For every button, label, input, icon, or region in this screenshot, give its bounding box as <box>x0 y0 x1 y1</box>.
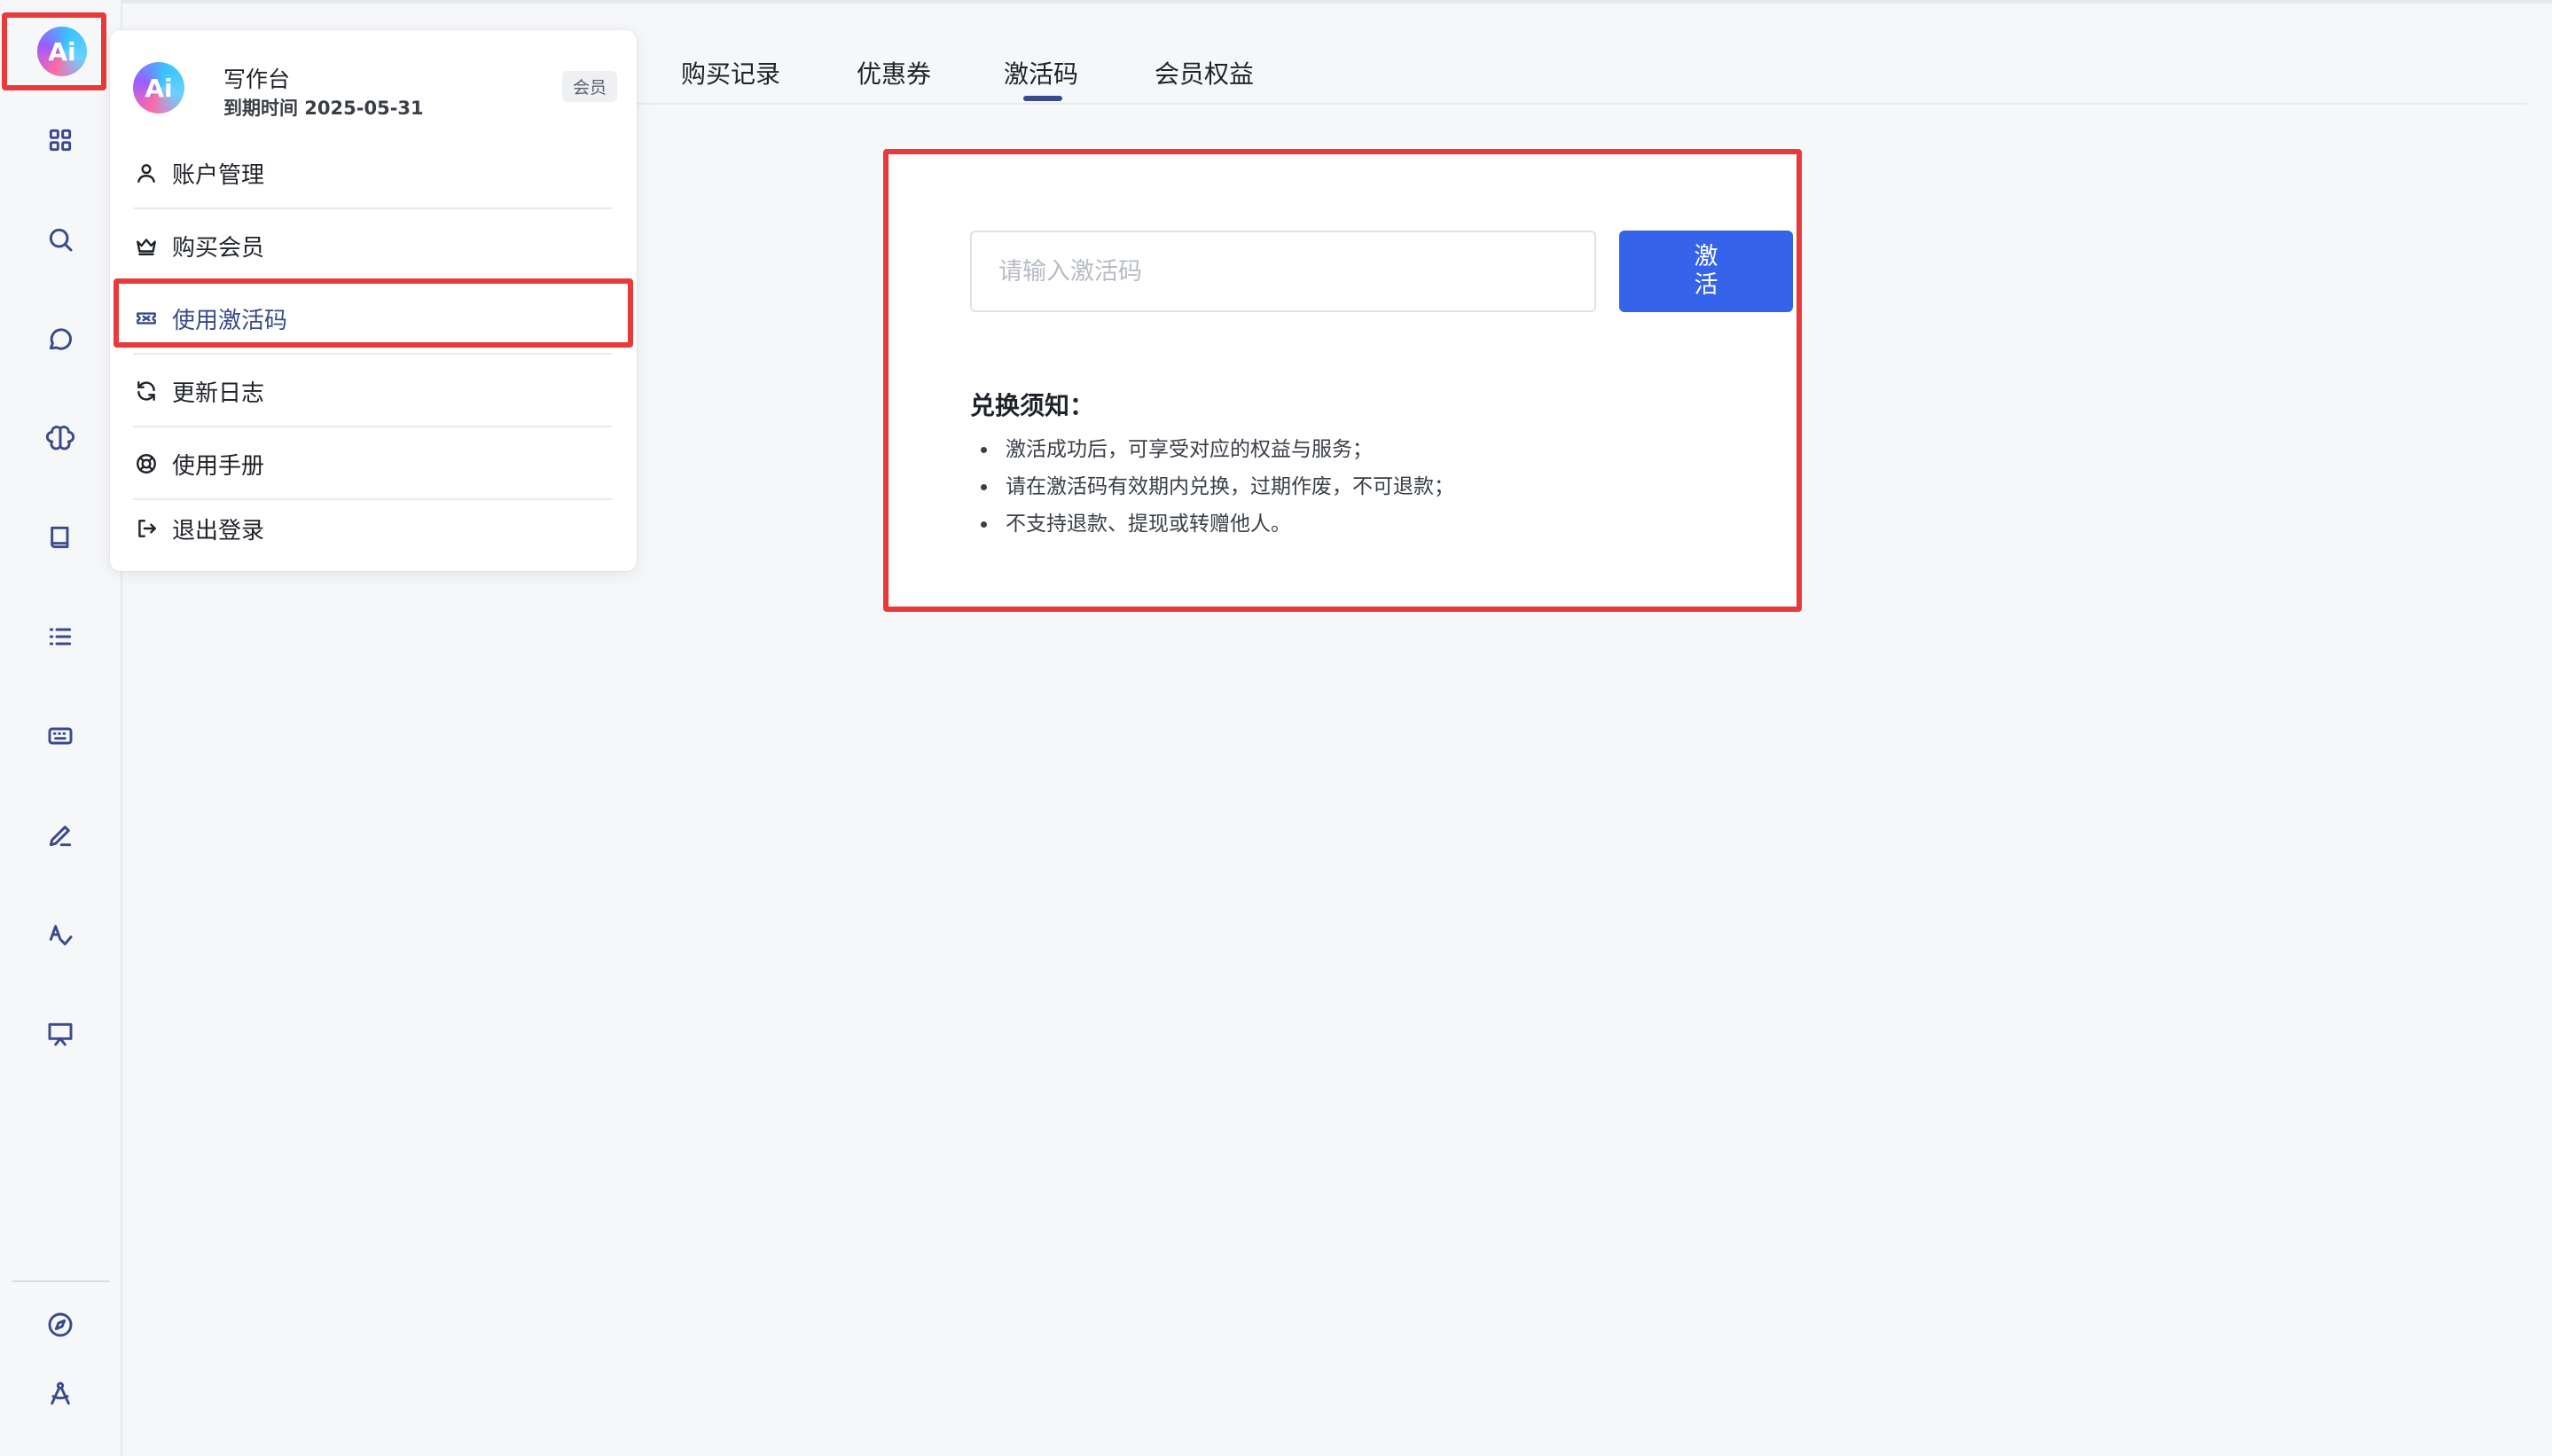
crown-icon <box>133 232 160 259</box>
menu-avatar: Ai <box>133 62 184 114</box>
tab-activation-code[interactable]: 激活码 <box>1004 55 1078 90</box>
expire-date: 到期时间 2025-05-31 <box>223 98 424 119</box>
top-border <box>0 0 2552 4</box>
logout-icon <box>133 515 160 542</box>
keyboard-icon[interactable] <box>41 716 80 755</box>
menu-item-label: 使用手册 <box>172 452 265 480</box>
activation-code-input[interactable] <box>970 231 1596 312</box>
compass-icon[interactable] <box>41 1305 80 1344</box>
activation-card: 激活 兑换须知： 激活成功后，可享受对应的权益与服务； 请在激活码有效期内兑换，… <box>883 149 1802 612</box>
menu-item-label: 更新日志 <box>172 380 265 407</box>
tab-member-benefits[interactable]: 会员权益 <box>1155 55 1254 90</box>
menu-item-buy-membership[interactable]: 购买会员 <box>133 211 612 282</box>
notice-item: 请在激活码有效期内兑换，过期作废，不可退款； <box>970 468 1454 505</box>
presentation-icon[interactable] <box>41 1014 80 1053</box>
menu-item-label: 退出登录 <box>172 517 265 544</box>
tab-coupons[interactable]: 优惠券 <box>857 55 931 90</box>
activate-button[interactable]: 激活 <box>1619 231 1793 312</box>
user-icon <box>133 160 160 186</box>
menu-item-label: 账户管理 <box>172 161 265 189</box>
chat-icon[interactable] <box>41 319 80 358</box>
notice-list: 激活成功后，可享受对应的权益与服务； 请在激活码有效期内兑换，过期作废，不可退款… <box>970 431 1454 543</box>
refresh-icon <box>133 378 160 404</box>
notice-title: 兑换须知： <box>970 391 1095 420</box>
grid-icon[interactable] <box>41 121 80 160</box>
notice-item: 激活成功后，可享受对应的权益与服务； <box>970 431 1454 468</box>
menu-item-logout[interactable]: 退出登录 <box>133 493 612 564</box>
sidebar: Ai <box>0 0 122 1456</box>
menu-item-highlight <box>114 278 633 348</box>
tab-purchase-records[interactable]: 购买记录 <box>681 55 780 90</box>
brain-icon[interactable] <box>41 419 80 458</box>
lifebuoy-icon <box>133 450 160 477</box>
menu-header: Ai 写作台 到期时间 2025-05-31 会员 <box>133 60 617 119</box>
member-badge: 会员 <box>561 71 617 102</box>
notice-item: 不支持退款、提现或转赠他人。 <box>970 505 1454 543</box>
search-icon[interactable] <box>41 220 80 259</box>
active-tab-indicator <box>1023 96 1062 101</box>
spellcheck-icon[interactable] <box>41 915 80 954</box>
menu-item-changelog[interactable]: 更新日志 <box>133 356 612 427</box>
app-logo[interactable]: Ai <box>37 27 87 76</box>
menu-item-label: 购买会员 <box>172 234 265 262</box>
menu-item-manual[interactable]: 使用手册 <box>133 429 612 500</box>
logo-highlight[interactable]: Ai <box>2 12 106 90</box>
pen-icon[interactable] <box>41 816 80 855</box>
sidebar-divider <box>12 1280 110 1282</box>
menu-title: 写作台 <box>223 67 291 92</box>
compass-drafting-icon[interactable] <box>41 1374 80 1413</box>
book-icon[interactable] <box>41 518 80 557</box>
menu-item-account[interactable]: 账户管理 <box>133 138 612 209</box>
list-icon[interactable] <box>41 617 80 656</box>
tabs-underline <box>621 103 2527 105</box>
